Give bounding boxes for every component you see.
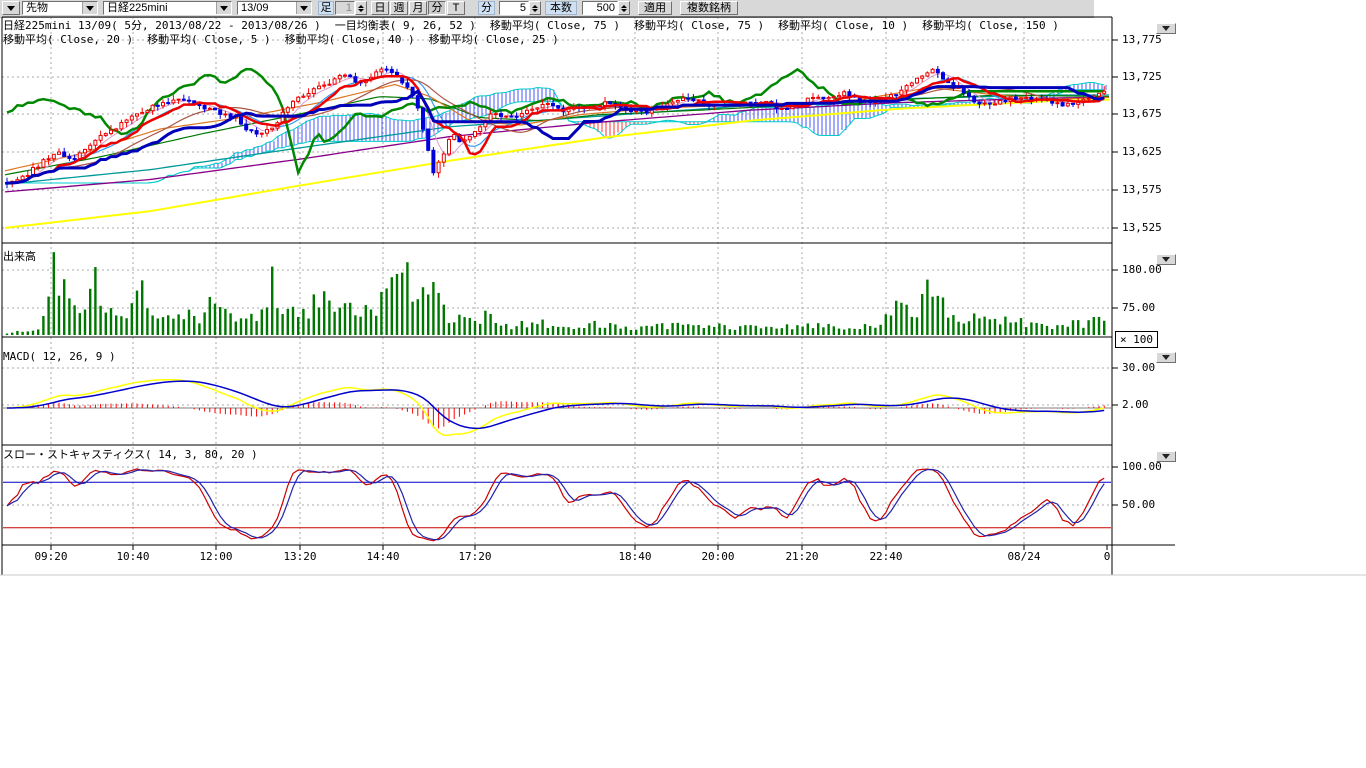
stoch-axis-label: 50.00 [1122, 499, 1155, 511]
price-axis-label: 13,525 [1122, 222, 1162, 234]
legend-symbol-range: 日経225mini 13/09( 5分, 2013/08/22 - 2013/0… [3, 20, 321, 32]
price-pane-legend-row1: 日経225mini 13/09( 5分, 2013/08/22 - 2013/0… [3, 20, 1059, 32]
time-axis-label: 10:40 [111, 551, 155, 563]
macd-pane-title: MACD( 12, 26, 9 ) [3, 351, 116, 363]
price-axis-label: 13,725 [1122, 71, 1162, 83]
price-axis-label: 13,675 [1122, 108, 1162, 120]
macd-axis-label: 2.00 [1122, 399, 1149, 411]
time-axis-label: 12:00 [194, 551, 238, 563]
price-axis-label: 13,625 [1122, 146, 1162, 158]
chevron-down-icon [1162, 454, 1170, 459]
stoch-axis-label: 100.00 [1122, 461, 1162, 473]
time-axis-label: 09:20 [29, 551, 73, 563]
legend-ma40: 移動平均( Close, 40 ) [285, 34, 415, 46]
price-axis-label: 13,575 [1122, 184, 1162, 196]
legend-ma150: 移動平均( Close, 150 ) [922, 20, 1059, 32]
legend-ma75: 移動平均( Close, 75 ) [490, 20, 620, 32]
legend-ma20: 移動平均( Close, 20 ) [3, 34, 133, 46]
legend-ma75b: 移動平均( Close, 75 ) [634, 20, 764, 32]
chevron-down-icon [1162, 355, 1170, 360]
legend-ma25: 移動平均( Close, 25 ) [429, 34, 559, 46]
volume-multiplier-badge: × 100 [1115, 331, 1158, 348]
time-axis-label: 0 [1085, 551, 1129, 563]
time-axis-label: 21:20 [780, 551, 824, 563]
time-axis-label: 13:20 [278, 551, 322, 563]
legend-ma10: 移動平均( Close, 10 ) [778, 20, 908, 32]
time-axis-label: 08/24 [1002, 551, 1046, 563]
stoch-pane-title: スロー・ストキャスティクス( 14, 3, 80, 20 ) [3, 449, 258, 461]
legend-ichimoku: 一目均衡表( 9, 26, 52 ) [335, 20, 476, 32]
macd-pane-dropdown-button[interactable] [1156, 352, 1176, 363]
time-axis-label: 18:40 [613, 551, 657, 563]
price-pane-legend-row2: 移動平均( Close, 20 ) 移動平均( Close, 5 ) 移動平均(… [3, 34, 559, 46]
time-axis-label: 22:40 [864, 551, 908, 563]
time-axis-label: 14:40 [361, 551, 405, 563]
chevron-down-icon [1162, 257, 1170, 262]
time-axis-label: 17:20 [453, 551, 497, 563]
volume-pane-title: 出来高 [3, 251, 36, 263]
macd-axis-label: 30.00 [1122, 362, 1155, 374]
volume-axis-label: 180.00 [1122, 264, 1162, 276]
chevron-down-icon [1162, 26, 1170, 31]
time-axis-label: 20:00 [696, 551, 740, 563]
legend-ma5: 移動平均( Close, 5 ) [147, 34, 270, 46]
volume-axis-label: 75.00 [1122, 302, 1155, 314]
chart-canvas[interactable] [0, 0, 1366, 600]
price-axis-label: 13,775 [1122, 34, 1162, 46]
